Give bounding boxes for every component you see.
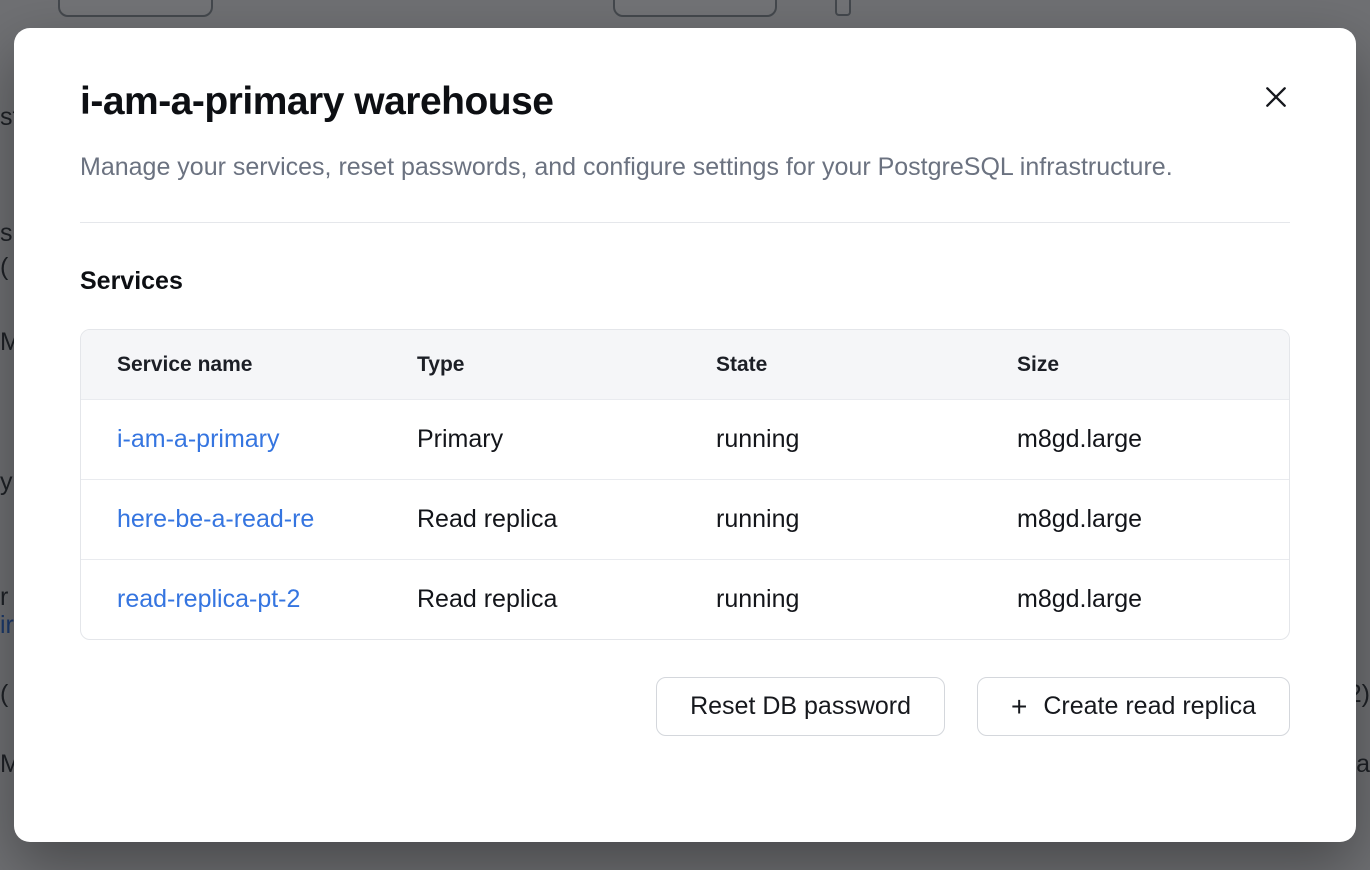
dialog-title: i-am-a-primary warehouse bbox=[80, 80, 1290, 124]
service-name-link[interactable]: here-be-a-read-re bbox=[81, 505, 381, 534]
dialog-header: i-am-a-primary warehouse bbox=[80, 80, 1290, 124]
service-type: Read replica bbox=[381, 585, 680, 614]
reset-db-password-label: Reset DB password bbox=[690, 692, 911, 721]
close-button[interactable] bbox=[1254, 76, 1298, 120]
service-state: running bbox=[680, 505, 981, 534]
create-read-replica-button[interactable]: + Create read replica bbox=[977, 677, 1290, 736]
table-row: here-be-a-read-re Read replica running m… bbox=[81, 479, 1289, 559]
service-type: Primary bbox=[381, 425, 680, 454]
service-size: m8gd.large bbox=[981, 425, 1289, 454]
services-table: Service name Type State Size i-am-a-prim… bbox=[80, 329, 1290, 640]
service-type: Read replica bbox=[381, 505, 680, 534]
column-header-service-name: Service name bbox=[81, 353, 381, 377]
table-row: read-replica-pt-2 Read replica running m… bbox=[81, 559, 1289, 639]
create-read-replica-label: Create read replica bbox=[1043, 692, 1256, 721]
dialog-description: Manage your services, reset passwords, a… bbox=[80, 146, 1210, 188]
table-body: i-am-a-primary Primary running m8gd.larg… bbox=[81, 399, 1289, 639]
service-size: m8gd.large bbox=[981, 505, 1289, 534]
service-size: m8gd.large bbox=[981, 585, 1289, 614]
warehouse-dialog: i-am-a-primary warehouse Manage your ser… bbox=[14, 28, 1356, 842]
service-state: running bbox=[680, 425, 981, 454]
column-header-type: Type bbox=[381, 353, 680, 377]
service-name-link[interactable]: read-replica-pt-2 bbox=[81, 585, 381, 614]
table-row: i-am-a-primary Primary running m8gd.larg… bbox=[81, 399, 1289, 479]
close-icon bbox=[1263, 84, 1289, 113]
reset-db-password-button[interactable]: Reset DB password bbox=[656, 677, 945, 736]
divider bbox=[80, 222, 1290, 223]
service-state: running bbox=[680, 585, 981, 614]
plus-icon: + bbox=[1011, 693, 1027, 721]
table-header-row: Service name Type State Size bbox=[81, 330, 1289, 399]
column-header-size: Size bbox=[981, 353, 1289, 377]
dialog-actions: Reset DB password + Create read replica bbox=[80, 677, 1290, 736]
services-heading: Services bbox=[80, 267, 1290, 296]
service-name-link[interactable]: i-am-a-primary bbox=[81, 425, 381, 454]
column-header-state: State bbox=[680, 353, 981, 377]
